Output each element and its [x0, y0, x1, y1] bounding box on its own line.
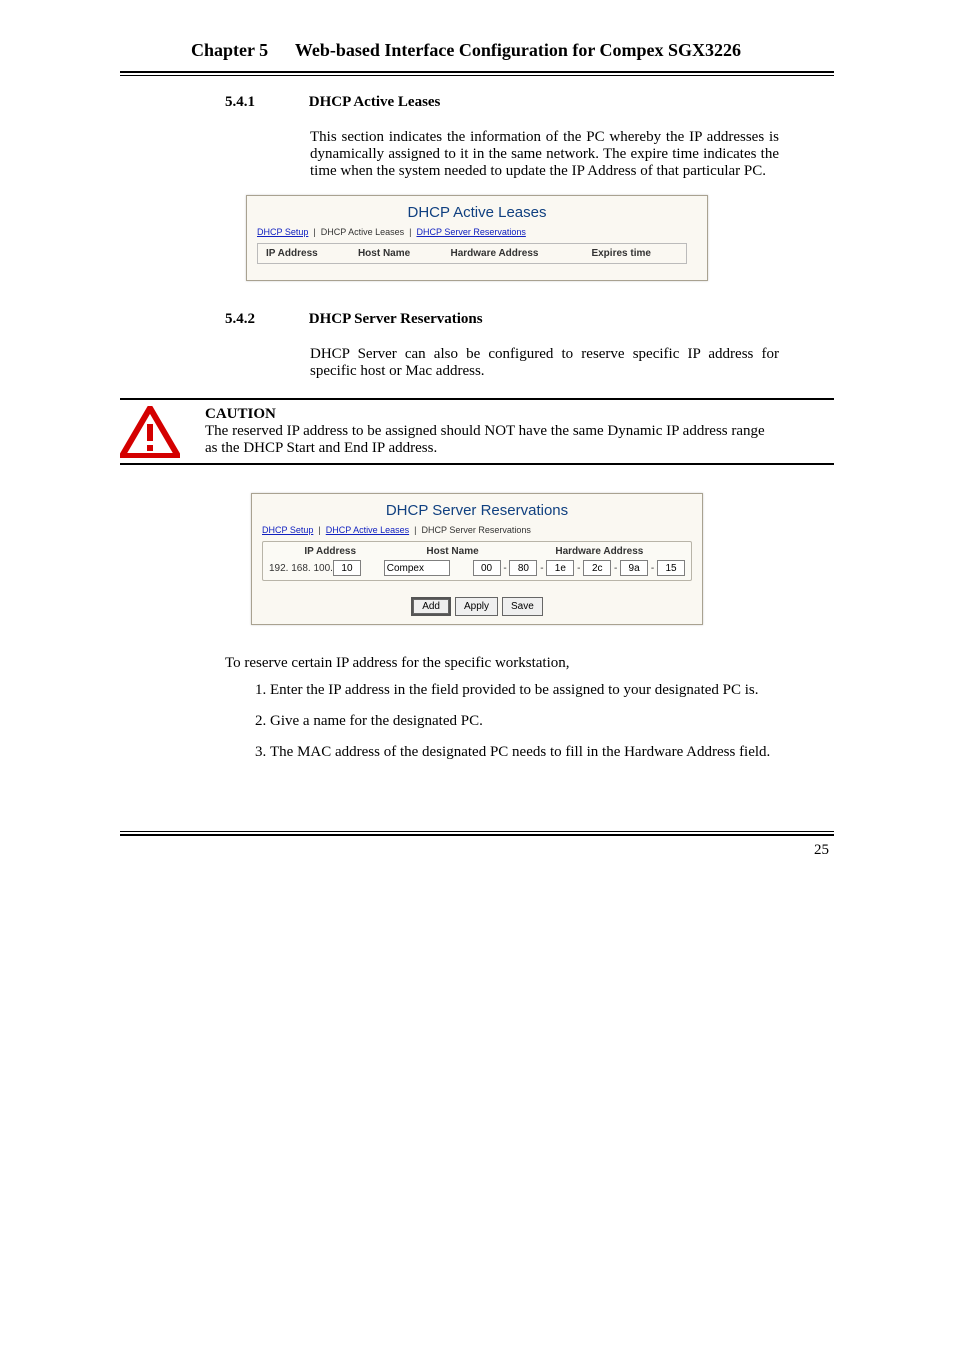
step-item: Enter the IP address in the field provid… — [270, 682, 779, 699]
leases-tabs: DHCP Setup | DHCP Active Leases | DHCP S… — [247, 225, 707, 243]
tab-server-reservations[interactable]: DHCP Server Reservations — [416, 227, 525, 237]
section-heading-541: 5.4.1 DHCP Active Leases — [225, 94, 779, 111]
caution-rule — [120, 463, 834, 465]
table-header-row: IP Address Host Name Hardware Address Ex… — [258, 244, 687, 264]
res-buttons: Add Apply Save — [252, 587, 702, 624]
tab-server-reservations[interactable]: DHCP Server Reservations — [421, 525, 530, 535]
caution-body: The reserved IP address to be assigned s… — [205, 423, 765, 456]
mac-oct-1[interactable] — [473, 560, 501, 576]
footer-rule — [120, 831, 834, 836]
chapter-label: Chapter 5 — [191, 40, 268, 60]
res-tabs: DHCP Setup | DHCP Active Leases | DHCP S… — [252, 523, 702, 541]
section-number: 5.4.1 — [225, 94, 305, 111]
sep: - — [648, 563, 657, 574]
mac-oct-2[interactable] — [509, 560, 537, 576]
section-heading-542: 5.4.2 DHCP Server Reservations — [225, 311, 779, 328]
tab-dhcp-setup[interactable]: DHCP Setup — [262, 525, 313, 535]
tab-active-leases[interactable]: DHCP Active Leases — [326, 525, 409, 535]
col-host: Host Name — [391, 546, 513, 557]
mac-cell: - - - - - — [473, 560, 685, 576]
apply-button[interactable]: Apply — [455, 597, 498, 616]
host-name-input[interactable] — [384, 560, 450, 576]
sep: | — [407, 227, 414, 237]
leases-panel-title: DHCP Active Leases — [247, 196, 707, 225]
res-input-row: 192. 168. 100. - - - — [269, 560, 685, 576]
section-title: DHCP Server Reservations — [309, 311, 483, 328]
leases-table: IP Address Host Name Hardware Address Ex… — [257, 243, 687, 264]
section-542-body: DHCP Server can also be configured to re… — [310, 346, 779, 380]
step-item: Give a name for the designated PC. — [270, 713, 779, 730]
sep: | — [316, 525, 323, 535]
caution-block: CAUTION The reserved IP address to be as… — [120, 398, 834, 457]
ip-cell: 192. 168. 100. — [269, 560, 361, 576]
step-item: The MAC address of the designated PC nee… — [270, 744, 779, 761]
res-table-wrap: IP Address Host Name Hardware Address 19… — [252, 541, 702, 587]
mac-oct-5[interactable] — [620, 560, 648, 576]
warning-icon — [120, 406, 180, 456]
page-header: Chapter 5 Web-based Interface Configurat… — [191, 40, 779, 61]
header-title: Web-based Interface Configuration for Co… — [295, 40, 741, 60]
leases-panel: DHCP Active Leases DHCP Setup | DHCP Act… — [246, 195, 708, 281]
sep: - — [537, 563, 546, 574]
section-number: 5.4.2 — [225, 311, 305, 328]
sep: - — [501, 563, 510, 574]
tab-active-leases[interactable]: DHCP Active Leases — [321, 227, 404, 237]
col-mac: Hardware Address — [514, 546, 685, 557]
leases-table-wrap: IP Address Host Name Hardware Address Ex… — [247, 243, 707, 280]
tab-dhcp-setup[interactable]: DHCP Setup — [257, 227, 308, 237]
reservations-panel: DHCP Server Reservations DHCP Setup | DH… — [251, 493, 703, 625]
sep: | — [311, 227, 318, 237]
ip-last-octet-input[interactable] — [333, 560, 361, 576]
res-screenshot-wrap: DHCP Server Reservations DHCP Setup | DH… — [0, 493, 954, 625]
col-host: Host Name — [350, 244, 443, 264]
sep: - — [611, 563, 620, 574]
steps-list: Enter the IP address in the field provid… — [240, 682, 779, 761]
res-table: IP Address Host Name Hardware Address 19… — [262, 541, 692, 581]
header-rule — [120, 71, 834, 76]
col-ip: IP Address — [269, 546, 391, 557]
section-541-body: This section indicates the information o… — [310, 129, 779, 180]
col-mac: Hardware Address — [442, 244, 583, 264]
caution-text: CAUTION The reserved IP address to be as… — [205, 406, 779, 457]
res-panel-title: DHCP Server Reservations — [252, 494, 702, 523]
add-button[interactable]: Add — [413, 599, 449, 614]
mac-oct-3[interactable] — [546, 560, 574, 576]
save-button[interactable]: Save — [502, 597, 543, 616]
section-title: DHCP Active Leases — [309, 94, 441, 111]
reserve-intro: To reserve certain IP address for the sp… — [225, 655, 779, 672]
host-cell — [384, 560, 450, 576]
col-ip: IP Address — [258, 244, 350, 264]
caution-heading: CAUTION — [205, 406, 276, 422]
ip-prefix: 192. 168. 100. — [269, 563, 333, 574]
col-expires: Expires time — [583, 244, 686, 264]
leases-screenshot-wrap: DHCP Active Leases DHCP Setup | DHCP Act… — [0, 195, 954, 281]
mac-oct-4[interactable] — [583, 560, 611, 576]
document-page: Chapter 5 Web-based Interface Configurat… — [0, 0, 954, 859]
sep: | — [412, 525, 419, 535]
res-header-row: IP Address Host Name Hardware Address — [269, 546, 685, 557]
page-number: 25 — [0, 842, 829, 859]
mac-oct-6[interactable] — [657, 560, 685, 576]
add-button-highlight: Add — [411, 597, 451, 616]
sep: - — [574, 563, 583, 574]
